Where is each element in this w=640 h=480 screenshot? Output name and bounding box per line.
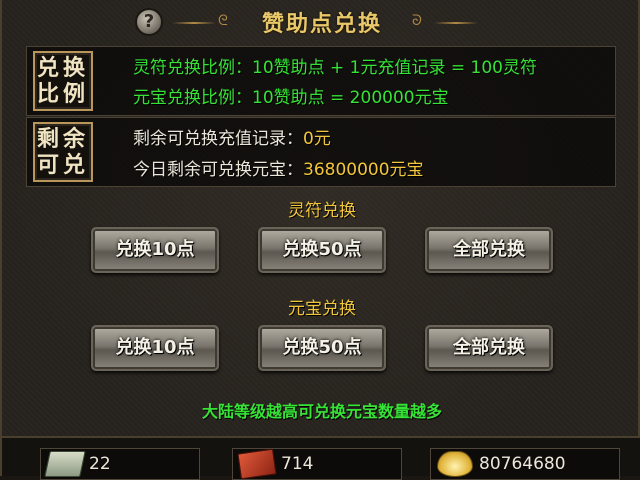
title-ornament-line-left	[172, 22, 216, 24]
remaining-ingot-label: 今日剩余可兑换元宝：	[133, 160, 303, 180]
talisman-rate-text: 灵符兑换比例：10赞助点 + 1元充值记录 = 100灵符	[133, 58, 537, 78]
ingot-exchange-50-button[interactable]: 兑换50点	[258, 325, 386, 371]
red-book-icon	[237, 448, 277, 480]
exchange-panel: ? ᘓ 赞助点兑换 ᘐ 兑换 比例 灵符兑换比例：10赞助点 + 1元充值记录 …	[0, 0, 640, 480]
currency-bar: 22 714 80764680	[2, 436, 640, 480]
remaining-seal-bottom: 可兑	[36, 152, 89, 178]
remaining-seal-top: 剩余	[36, 126, 89, 152]
currency-ingot-value: 80764680	[479, 454, 566, 474]
currency-book-value: 714	[281, 454, 314, 474]
currency-book: 714	[232, 448, 402, 480]
talisman-section-title: 灵符兑换	[288, 201, 356, 221]
gold-ingot-icon	[437, 451, 473, 477]
title-ornament-line-right	[434, 22, 478, 24]
remaining-box: 剩余 可兑 剩余可兑换充值记录：0元 今日剩余可兑换元宝：36800000元宝	[26, 117, 616, 187]
ingot-exchange-10-button[interactable]: 兑换10点	[91, 325, 219, 371]
currency-ingot: 80764680	[430, 448, 620, 480]
title-bar: ? ᘓ 赞助点兑换 ᘐ	[2, 0, 640, 44]
scroll-ornament-right-icon: ᘐ	[412, 13, 422, 29]
talisman-exchange-all-button[interactable]: 全部兑换	[425, 227, 553, 273]
remaining-recharge-label: 剩余可兑换充值记录：	[133, 129, 303, 149]
panel-title: 赞助点兑换	[261, 11, 382, 37]
exchange-rate-box: 兑换 比例 灵符兑换比例：10赞助点 + 1元充值记录 = 100灵符 元宝兑换…	[26, 46, 616, 116]
scroll-ornament-left-icon: ᘓ	[218, 13, 228, 29]
talisman-exchange-50-button[interactable]: 兑换50点	[258, 227, 386, 273]
currency-cash-value: 22	[89, 454, 111, 474]
remaining-seal: 剩余 可兑	[33, 122, 93, 182]
rate-seal-top: 兑换	[36, 55, 89, 81]
ingot-exchange-all-button[interactable]: 全部兑换	[425, 325, 553, 371]
rate-seal: 兑换 比例	[33, 51, 93, 111]
rate-seal-bottom: 比例	[36, 81, 89, 107]
level-hint-text: 大陆等级越高可兑换元宝数量越多	[201, 402, 442, 421]
currency-cash: 22	[40, 448, 200, 480]
remaining-ingot-row: 今日剩余可兑换元宝：36800000元宝	[133, 155, 424, 180]
cash-stack-icon	[44, 451, 86, 477]
help-icon[interactable]: ?	[135, 8, 163, 36]
remaining-recharge-value: 0元	[303, 129, 331, 149]
remaining-recharge-row: 剩余可兑换充值记录：0元	[133, 124, 331, 149]
ingot-section-title: 元宝兑换	[288, 299, 356, 319]
remaining-ingot-value: 36800000元宝	[303, 160, 424, 180]
talisman-exchange-10-button[interactable]: 兑换10点	[91, 227, 219, 273]
ingot-rate-text: 元宝兑换比例：10赞助点 = 200000元宝	[133, 88, 449, 108]
